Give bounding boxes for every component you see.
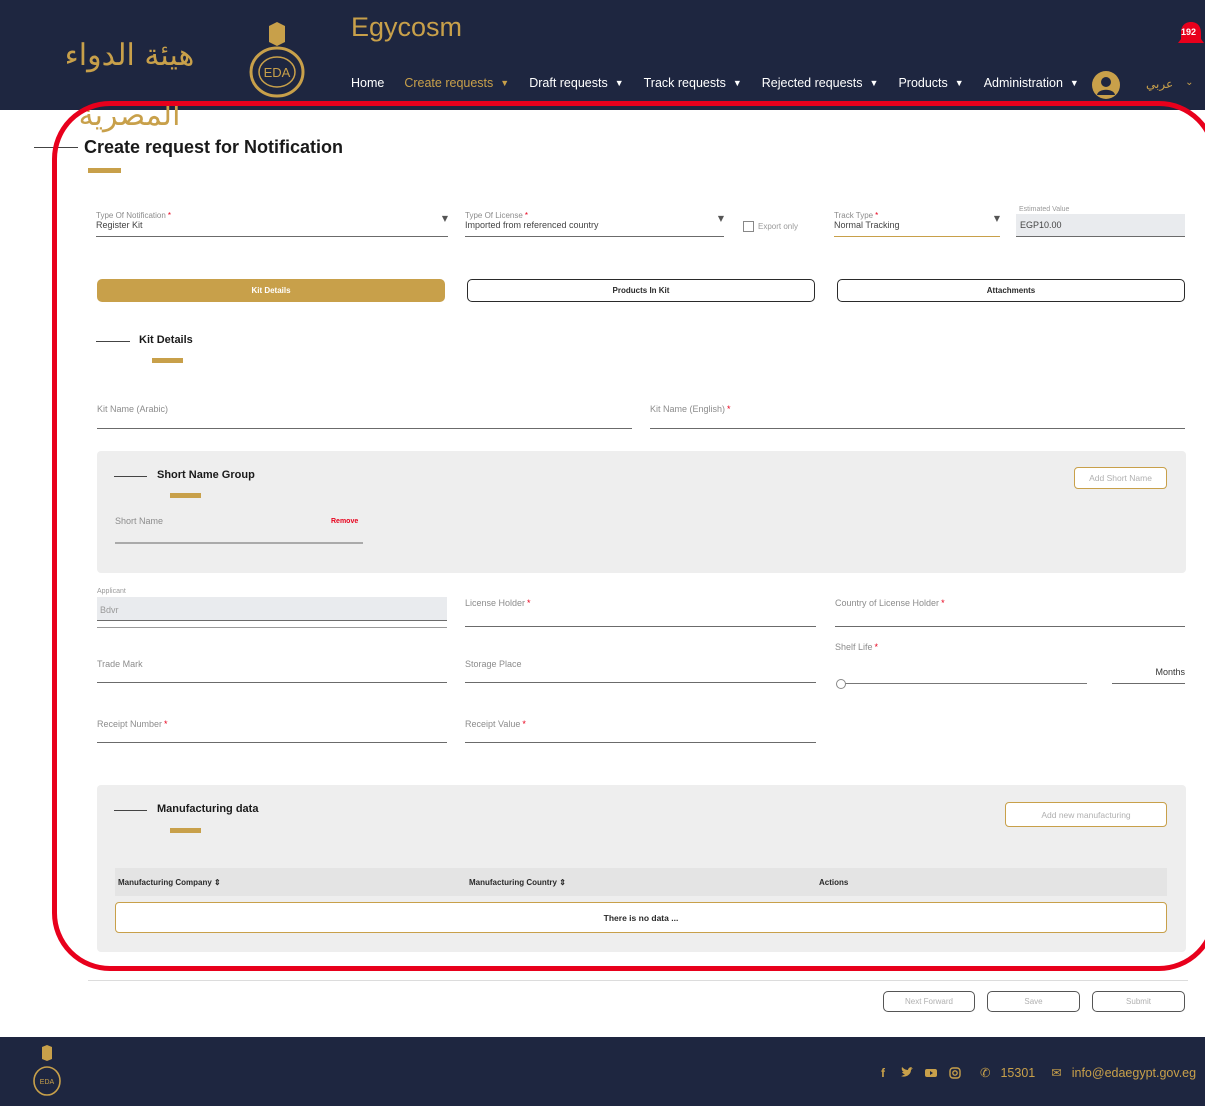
- add-new-manufacturing-button[interactable]: Add new manufacturing: [1005, 802, 1167, 827]
- remove-short-name-button[interactable]: Remove: [331, 518, 358, 525]
- applicant-underline: [97, 627, 447, 628]
- shelf-life-unit-field[interactable]: Months: [1112, 660, 1185, 684]
- next-forward-button[interactable]: Next Forward: [883, 991, 975, 1012]
- license-type-select[interactable]: Type Of License * Imported from reference…: [465, 209, 724, 237]
- submit-button[interactable]: Submit: [1092, 991, 1185, 1012]
- manufacturing-divider: [114, 810, 147, 811]
- nav-home[interactable]: Home: [351, 76, 384, 90]
- footer-email[interactable]: info@edaegypt.gov.eg: [1072, 1066, 1196, 1080]
- chevron-down-icon: ▼: [869, 78, 879, 88]
- chevron-down-icon: ▼: [500, 78, 510, 88]
- save-button[interactable]: Save: [987, 991, 1080, 1012]
- license-holder-input[interactable]: License Holder *: [465, 592, 816, 627]
- youtube-icon[interactable]: [924, 1066, 938, 1080]
- short-name-divider: [114, 476, 147, 477]
- nav-administration[interactable]: Administration ▼: [984, 76, 1079, 90]
- notification-count: 192: [1181, 27, 1197, 37]
- kit-name-english-input[interactable]: Kit Name (English) *: [650, 400, 1185, 429]
- footer-phone[interactable]: 15301: [1000, 1066, 1035, 1080]
- user-icon: [1097, 77, 1115, 95]
- chevron-down-icon: ▼: [614, 78, 624, 88]
- chevron-down-icon: ▼: [717, 214, 724, 223]
- storage-place-input[interactable]: Storage Place: [465, 655, 816, 683]
- column-manufacturing-country[interactable]: Manufacturing Country ⇕: [469, 878, 566, 887]
- chevron-down-icon: ▼: [441, 214, 448, 223]
- nav-create-requests[interactable]: Create requests ▼: [404, 76, 509, 90]
- column-manufacturing-company[interactable]: Manufacturing Company ⇕: [118, 878, 221, 887]
- shelf-life-slider-handle[interactable]: [836, 679, 846, 689]
- manufacturing-underline: [170, 828, 201, 833]
- short-name-underline: [170, 493, 201, 498]
- twitter-icon[interactable]: [900, 1066, 914, 1080]
- short-name-group-panel: [97, 451, 1186, 573]
- footer-seal-text: EDA: [40, 1079, 55, 1086]
- facebook-icon[interactable]: f: [876, 1066, 890, 1080]
- instagram-icon[interactable]: [948, 1066, 962, 1080]
- tab-products-in-kit[interactable]: Products In Kit: [467, 279, 815, 302]
- country-license-holder-input[interactable]: Country of License Holder *: [835, 592, 1185, 627]
- footer-eda-seal-logo: EDA: [33, 1045, 61, 1096]
- add-short-name-button[interactable]: Add Short Name: [1074, 467, 1167, 489]
- export-only-checkbox[interactable]: [743, 221, 754, 232]
- chevron-down-icon: ▼: [993, 214, 1000, 223]
- manufacturing-title: Manufacturing data: [157, 803, 259, 815]
- estimated-value-label: Estimated Value: [1019, 206, 1070, 213]
- kit-name-arabic-input[interactable]: Kit Name (Arabic): [97, 400, 632, 429]
- title-divider: [34, 147, 78, 148]
- chevron-down-icon: ⌄: [1185, 77, 1194, 88]
- nav-track-requests[interactable]: Track requests ▼: [644, 76, 742, 90]
- actions-divider: [88, 980, 1188, 981]
- chevron-down-icon: ▼: [1069, 78, 1079, 88]
- shelf-life-slider-track[interactable]: [842, 683, 1087, 684]
- column-actions: Actions: [819, 878, 849, 887]
- applicant-field: Bdvr: [97, 597, 447, 621]
- chevron-down-icon: ▼: [732, 78, 742, 88]
- estimated-value-field: EGP10.00: [1016, 214, 1185, 237]
- page-title: Create request for Notification: [84, 137, 344, 157]
- kit-details-divider: [96, 341, 130, 342]
- receipt-value-input[interactable]: Receipt Value *: [465, 714, 816, 743]
- main-nav: Home Create requests ▼ Draft requests ▼ Tr…: [351, 76, 1079, 90]
- title-underline: [88, 168, 121, 173]
- shelf-life-label: Shelf Life *: [835, 642, 879, 652]
- receipt-number-input[interactable]: Receipt Number *: [97, 714, 447, 743]
- chevron-down-icon: ▼: [954, 78, 964, 88]
- nav-draft-requests[interactable]: Draft requests ▼: [529, 76, 623, 90]
- phone-icon: ✆: [980, 1066, 991, 1080]
- export-only-label: Export only: [758, 222, 799, 231]
- language-switch[interactable]: عربي ⌄: [1146, 77, 1194, 91]
- eda-arabic-logo[interactable]: هيئة الدواء المصرية: [22, 26, 237, 133]
- empty-table-message: There is no data ...: [115, 902, 1167, 933]
- tab-kit-details[interactable]: Kit Details: [97, 279, 445, 302]
- nav-products[interactable]: Products ▼: [898, 76, 963, 90]
- kit-details-title: Kit Details: [139, 334, 193, 346]
- short-name-group-title: Short Name Group: [157, 469, 255, 481]
- manufacturing-table-header: Manufacturing Company ⇕ Manufacturing Co…: [115, 868, 1167, 896]
- footer-contacts: f ✆ 15301 ✉ info@edaegypt.gov.eg: [876, 1065, 1196, 1081]
- seal-text: EDA: [264, 65, 291, 80]
- eda-seal-logo[interactable]: EDA: [243, 20, 311, 98]
- track-type-select[interactable]: Track Type * Normal Tracking ▼: [834, 209, 1000, 237]
- app-title: Egycosm: [351, 12, 463, 42]
- short-name-input[interactable]: Short Name: [115, 514, 363, 544]
- applicant-label: Applicant: [97, 588, 126, 595]
- kit-details-underline: [152, 358, 183, 363]
- notification-type-select[interactable]: Type Of Notification * Register Kit ▼: [96, 209, 448, 237]
- mail-icon: ✉: [1051, 1066, 1062, 1080]
- user-avatar[interactable]: [1092, 71, 1120, 99]
- nav-rejected-requests[interactable]: Rejected requests ▼: [762, 76, 879, 90]
- trade-mark-input[interactable]: Trade Mark: [97, 655, 447, 683]
- tab-attachments[interactable]: Attachments: [837, 279, 1185, 302]
